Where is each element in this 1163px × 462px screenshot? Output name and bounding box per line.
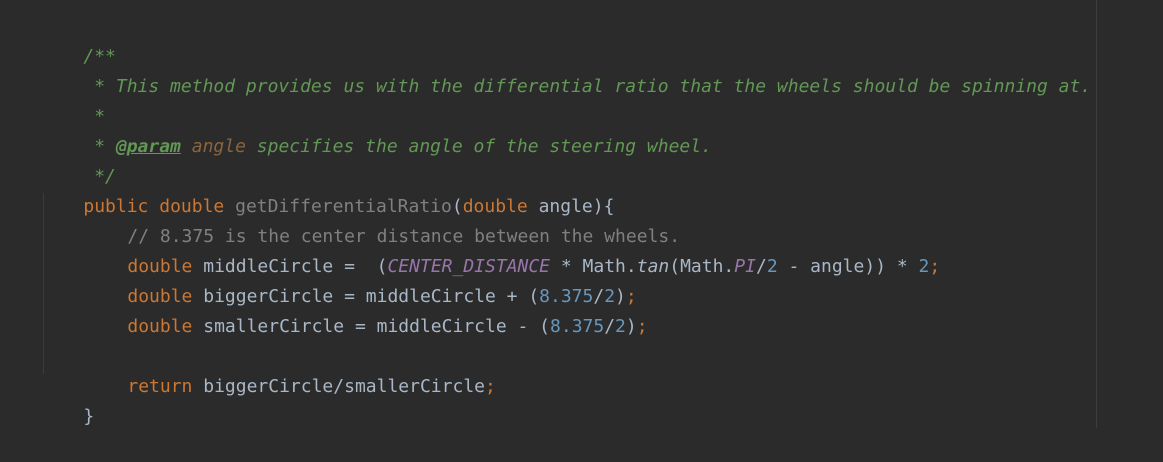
code-line-8[interactable]: double middleCircle = (CENTER_DISTANCE *… (84, 222, 940, 277)
code-line-10[interactable]: double smallerCircle = middleCircle - (8… (84, 282, 647, 337)
code-line-7[interactable]: // 8.375 is the center distance between … (84, 192, 680, 247)
code-line-5[interactable]: */ (40, 132, 116, 187)
code-line-6[interactable]: public double getDifferentialRatio(doubl… (40, 162, 614, 217)
code-line-3[interactable]: * (40, 72, 105, 127)
doc-param-description: specifies the angle of the steering whee… (245, 136, 712, 157)
doc-comment-text: * This method provides us with the diffe… (83, 76, 1092, 97)
closing-brace: } (83, 406, 95, 427)
code-line-1[interactable]: /** (40, 12, 116, 67)
type-double: double (127, 316, 193, 337)
constant-pi: PI (734, 256, 756, 277)
method-tan: tan (636, 256, 670, 277)
code-line-9[interactable]: double biggerCircle = middleCircle + (8.… (84, 252, 636, 307)
code-line-12[interactable]: return biggerCircle/smallerCircle; (84, 342, 495, 397)
code-line-4[interactable]: * @param angle specifies the angle of th… (40, 102, 712, 157)
doc-param-tag: @param (115, 136, 181, 157)
code-line-13[interactable]: } (40, 372, 94, 427)
keyword-return: return (127, 376, 193, 397)
right-margin-guide (1096, 0, 1097, 428)
code-line-2[interactable]: * This method provides us with the diffe… (40, 42, 1091, 97)
code-editor[interactable]: /** * This method provides us with the d… (0, 0, 1163, 428)
doc-param-name: angle (191, 136, 246, 157)
